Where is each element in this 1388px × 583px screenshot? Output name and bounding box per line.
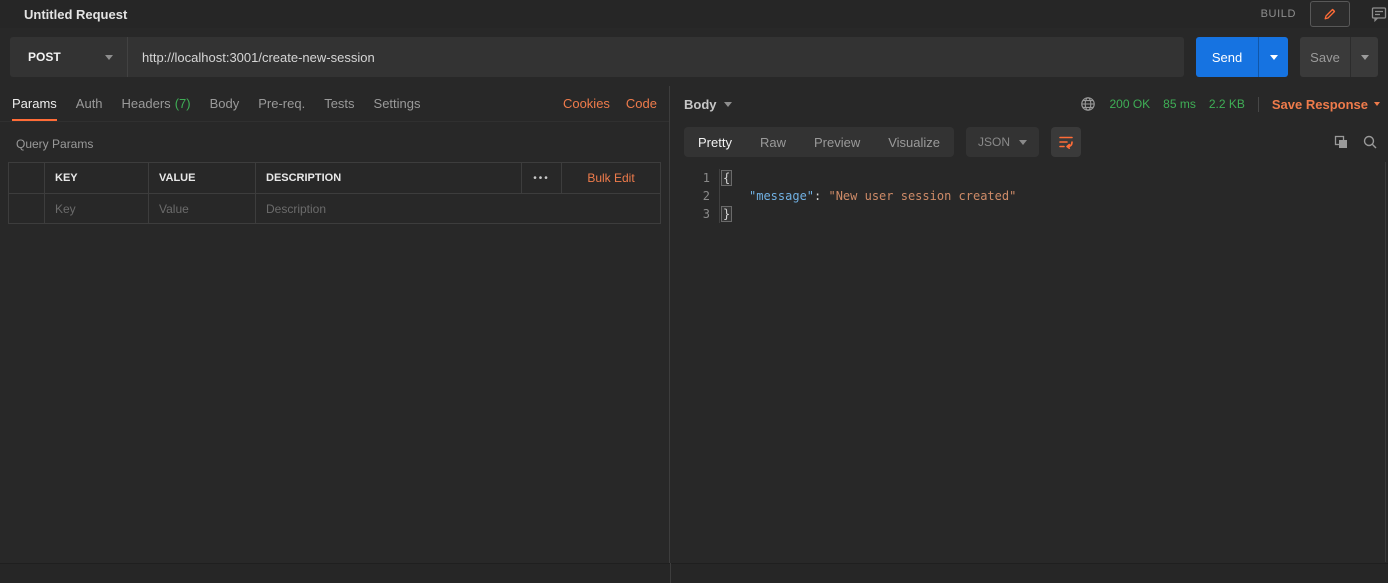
- tab-tests[interactable]: Tests: [324, 86, 354, 121]
- tab-body[interactable]: Body: [210, 86, 240, 121]
- chevron-down-icon: [105, 55, 113, 60]
- method-selector[interactable]: POST: [10, 37, 128, 77]
- pencil-icon: [1322, 6, 1338, 22]
- param-value-input[interactable]: [159, 202, 245, 216]
- column-header-key: KEY: [45, 163, 149, 193]
- tab-pre-request[interactable]: Pre-req.: [258, 86, 305, 121]
- response-time: 85 ms: [1163, 97, 1196, 111]
- view-mode-tabs: Pretty Raw Preview Visualize: [684, 127, 954, 157]
- view-tab-preview[interactable]: Preview: [800, 127, 874, 157]
- view-tab-visualize[interactable]: Visualize: [874, 127, 954, 157]
- format-dropdown[interactable]: JSON: [966, 127, 1039, 157]
- comment-icon: [1370, 5, 1388, 23]
- url-bar: POST: [10, 37, 1184, 77]
- code-line: 1 {: [670, 169, 1388, 187]
- chevron-down-icon: [1270, 55, 1278, 60]
- more-options-button[interactable]: •••: [522, 163, 562, 193]
- send-options-button[interactable]: [1258, 37, 1288, 77]
- save-button[interactable]: Save: [1300, 37, 1350, 77]
- tab-headers[interactable]: Headers (7): [122, 86, 191, 121]
- send-button[interactable]: Send: [1196, 37, 1258, 77]
- param-description-input[interactable]: [266, 202, 650, 216]
- chevron-down-icon: [1361, 55, 1369, 60]
- wrap-lines-button[interactable]: [1051, 127, 1081, 157]
- method-label: POST: [28, 50, 61, 64]
- code-line: 3 }: [670, 205, 1388, 223]
- comment-button[interactable]: [1364, 1, 1388, 27]
- url-input[interactable]: [128, 50, 1184, 65]
- response-toolbar: Pretty Raw Preview Visualize JSON: [670, 122, 1388, 162]
- search-button[interactable]: [1362, 134, 1378, 150]
- line-number: 1: [670, 169, 710, 187]
- build-label: BUILD: [1261, 8, 1296, 20]
- edit-request-button[interactable]: [1310, 1, 1350, 27]
- response-body-editor[interactable]: 1 { 2 "message": "New user session creat…: [670, 162, 1388, 223]
- column-header-description: DESCRIPTION: [256, 163, 522, 193]
- save-options-button[interactable]: [1350, 37, 1378, 77]
- chevron-down-icon: [724, 102, 732, 107]
- line-number: 2: [670, 187, 710, 205]
- table-row: [9, 193, 660, 223]
- select-all-cell[interactable]: [9, 163, 45, 193]
- bulk-edit-button[interactable]: Bulk Edit: [562, 163, 660, 193]
- bottom-status-strip: [0, 563, 1388, 583]
- request-panel: Params Auth Headers (7) Body Pre-req. Te…: [0, 86, 670, 583]
- view-tab-raw[interactable]: Raw: [746, 127, 800, 157]
- app-header: Untitled Request BUILD: [0, 0, 1388, 28]
- response-header: Body 200 OK 85 ms 2.2 KB Save Response: [670, 86, 1388, 122]
- ellipsis-icon: •••: [533, 173, 550, 184]
- tab-auth[interactable]: Auth: [76, 86, 103, 121]
- page-title: Untitled Request: [24, 7, 127, 22]
- query-params-table: KEY VALUE DESCRIPTION ••• Bulk Edit: [8, 162, 661, 224]
- divider: [1258, 97, 1259, 112]
- tab-params[interactable]: Params: [12, 86, 57, 121]
- request-tabs: Params Auth Headers (7) Body Pre-req. Te…: [0, 86, 669, 122]
- editor-scrollbar-track[interactable]: [1385, 162, 1386, 562]
- chevron-down-icon: [1374, 102, 1380, 106]
- tab-settings[interactable]: Settings: [374, 86, 421, 121]
- response-panel: Body 200 OK 85 ms 2.2 KB Save Response P…: [670, 86, 1388, 583]
- globe-icon[interactable]: [1080, 96, 1096, 112]
- save-response-button[interactable]: Save Response: [1272, 97, 1380, 112]
- chevron-down-icon: [1019, 140, 1027, 145]
- panel-divider: [670, 563, 671, 583]
- save-split-button: Save: [1300, 37, 1378, 77]
- row-select-cell[interactable]: [9, 194, 45, 223]
- request-bar: POST Send Save: [0, 28, 1388, 86]
- copy-button[interactable]: [1333, 134, 1349, 150]
- send-split-button: Send: [1196, 37, 1288, 77]
- table-header-row: KEY VALUE DESCRIPTION ••• Bulk Edit: [9, 163, 660, 193]
- response-body-dropdown[interactable]: Body: [684, 97, 732, 112]
- param-key-input[interactable]: [55, 202, 138, 216]
- wrap-lines-icon: [1058, 134, 1074, 150]
- status-badge: 200 OK: [1109, 97, 1150, 111]
- headers-count-badge: (7): [175, 96, 191, 111]
- code-line: 2 "message": "New user session created": [670, 187, 1388, 205]
- copy-icon: [1333, 134, 1349, 150]
- column-header-value: VALUE: [149, 163, 256, 193]
- search-icon: [1362, 134, 1378, 150]
- view-tab-pretty[interactable]: Pretty: [684, 127, 746, 157]
- query-params-title: Query Params: [0, 122, 669, 162]
- cookies-link[interactable]: Cookies: [563, 96, 610, 111]
- code-link[interactable]: Code: [626, 96, 657, 111]
- response-size: 2.2 KB: [1209, 97, 1245, 111]
- line-number: 3: [670, 205, 710, 223]
